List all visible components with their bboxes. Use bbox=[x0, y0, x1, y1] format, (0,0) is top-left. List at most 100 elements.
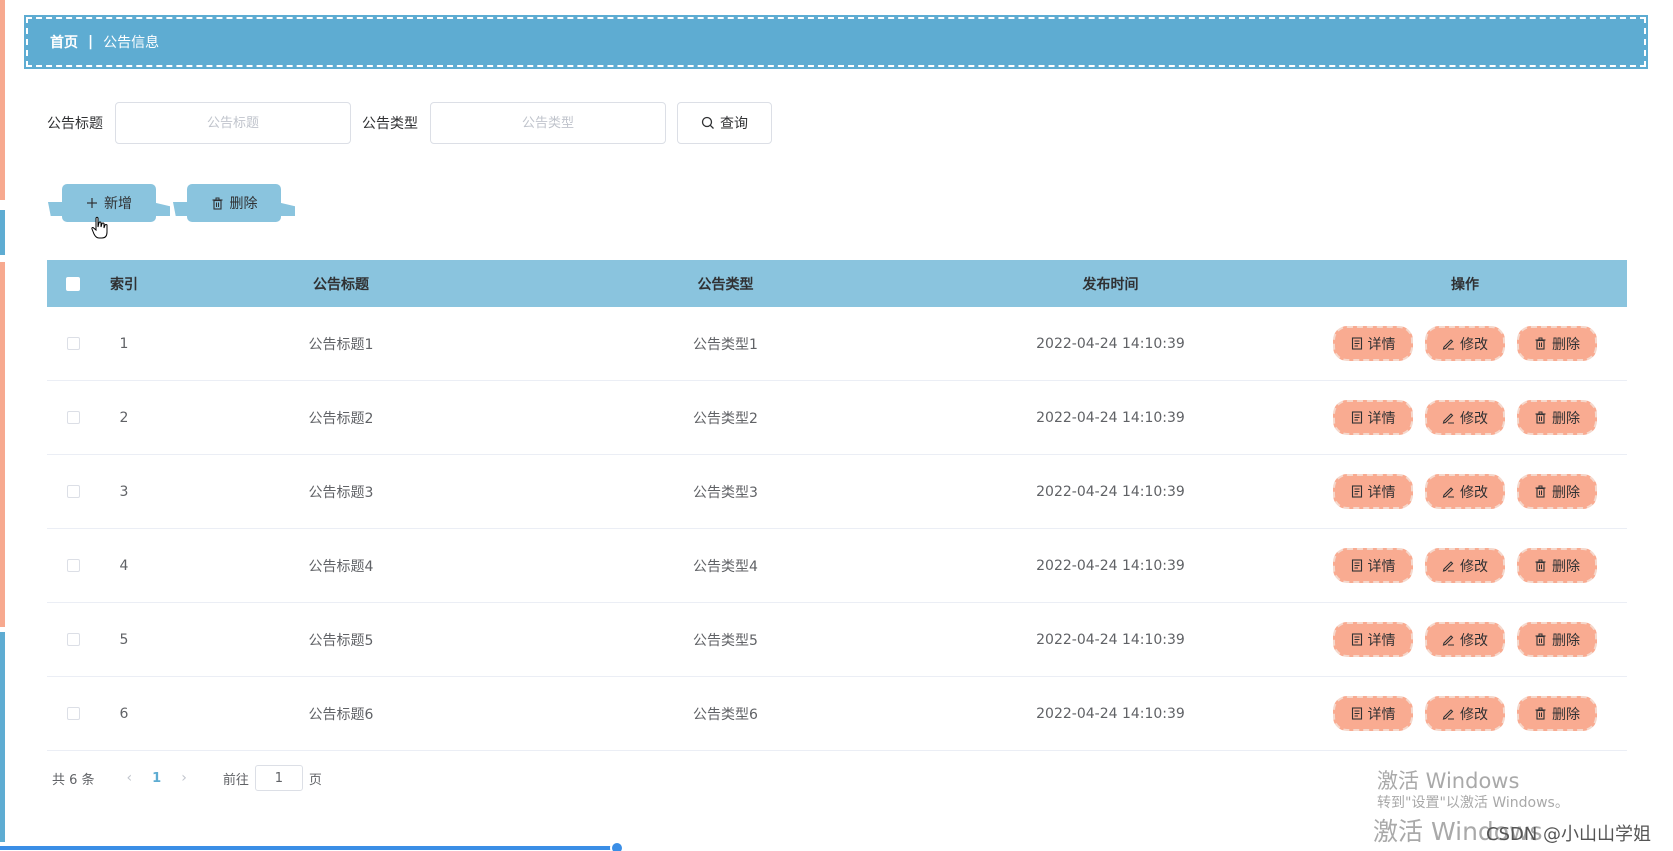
row-time: 2022-04-24 14:10:39 bbox=[1036, 335, 1185, 352]
plus-icon bbox=[87, 198, 97, 208]
breadcrumb-home[interactable]: 首页 bbox=[50, 32, 78, 52]
row-check-cell bbox=[47, 411, 99, 424]
delete-button[interactable]: 删除 bbox=[1517, 622, 1597, 657]
title-search-input[interactable] bbox=[115, 102, 351, 144]
goto-label: 前往 bbox=[222, 772, 249, 788]
detail-button[interactable]: 详情 bbox=[1333, 548, 1413, 583]
row-title: 公告标题6 bbox=[308, 706, 374, 723]
document-icon bbox=[1351, 411, 1362, 424]
delete-button-label: 删除 bbox=[1552, 336, 1580, 353]
pencil-icon bbox=[1442, 339, 1454, 350]
delete-button[interactable]: 删除 bbox=[1517, 400, 1597, 435]
row-type: 公告类型2 bbox=[693, 410, 758, 427]
document-icon bbox=[1351, 485, 1362, 498]
ribbon-tail bbox=[48, 202, 66, 216]
query-button-label: 查询 bbox=[720, 116, 748, 132]
row-index: 3 bbox=[119, 483, 129, 500]
document-icon bbox=[1351, 707, 1362, 720]
edit-button-label: 修改 bbox=[1460, 558, 1488, 575]
row-index: 4 bbox=[119, 557, 129, 574]
type-search-input[interactable] bbox=[430, 102, 666, 144]
detail-button-label: 详情 bbox=[1367, 632, 1396, 649]
add-button[interactable]: 新增 bbox=[48, 184, 170, 222]
rail-segment bbox=[0, 0, 5, 200]
table-row: 4 公告标题4 公告类型4 2022-04-24 14:10:39 详情 修改 删除 bbox=[47, 529, 1627, 603]
delete-button[interactable]: 删除 bbox=[1517, 696, 1597, 731]
row-actions: 详情 修改 删除 bbox=[1303, 696, 1627, 731]
row-checkbox[interactable] bbox=[66, 485, 80, 498]
page: 首页 | 公告信息 公告标题 公告类型 查询 新增 删除 bbox=[0, 0, 1673, 851]
edit-button[interactable]: 修改 bbox=[1425, 548, 1505, 583]
row-checkbox[interactable] bbox=[66, 633, 80, 646]
row-checkbox[interactable] bbox=[66, 337, 80, 350]
search-form: 公告标题 公告类型 查询 bbox=[47, 102, 772, 144]
edit-button-label: 修改 bbox=[1460, 632, 1488, 649]
detail-button-label: 详情 bbox=[1367, 336, 1396, 353]
row-check-cell bbox=[47, 559, 99, 572]
select-all-checkbox[interactable] bbox=[66, 276, 80, 291]
edit-button[interactable]: 修改 bbox=[1425, 622, 1505, 657]
delete-button-label: 删除 bbox=[1552, 410, 1580, 427]
row-index: 2 bbox=[119, 409, 129, 426]
notice-table: 索引 公告标题 公告类型 发布时间 操作 1 公告标题1 公告类型1 2022-04-… bbox=[47, 260, 1627, 751]
delete-button[interactable]: 删除 bbox=[1517, 326, 1597, 361]
row-actions: 详情 修改 删除 bbox=[1303, 548, 1627, 583]
search-icon bbox=[701, 116, 714, 129]
edit-button-label: 修改 bbox=[1460, 484, 1488, 501]
table-body: 1 公告标题1 公告类型1 2022-04-24 14:10:39 详情 修改 删除 2 公告标… bbox=[47, 307, 1627, 751]
row-actions: 详情 修改 删除 bbox=[1303, 326, 1627, 361]
scrollbar-thumb[interactable] bbox=[610, 841, 624, 851]
row-check-cell bbox=[47, 633, 99, 646]
batch-delete-button[interactable]: 删除 bbox=[173, 184, 295, 222]
row-time: 2022-04-24 14:10:39 bbox=[1036, 705, 1185, 722]
detail-button[interactable]: 详情 bbox=[1333, 474, 1413, 509]
row-checkbox[interactable] bbox=[66, 411, 80, 424]
trash-icon bbox=[1535, 485, 1546, 498]
row-checkbox[interactable] bbox=[66, 559, 80, 572]
row-type: 公告类型1 bbox=[693, 336, 758, 353]
row-title: 公告标题3 bbox=[308, 484, 374, 501]
header-ops: 操作 bbox=[1451, 276, 1479, 293]
row-checkbox[interactable] bbox=[66, 707, 80, 720]
row-check-cell bbox=[47, 337, 99, 350]
row-time: 2022-04-24 14:10:39 bbox=[1036, 631, 1185, 648]
delete-button[interactable]: 删除 bbox=[1517, 474, 1597, 509]
next-page-icon[interactable]: › bbox=[181, 770, 187, 786]
delete-button[interactable]: 删除 bbox=[1517, 548, 1597, 583]
row-actions: 详情 修改 删除 bbox=[1303, 400, 1627, 435]
watermark-activate-title: 激活 Windows bbox=[1377, 769, 1520, 793]
trash-icon bbox=[1535, 411, 1546, 424]
trash-icon bbox=[212, 197, 222, 210]
row-type: 公告类型3 bbox=[693, 484, 758, 501]
query-button[interactable]: 查询 bbox=[677, 102, 772, 144]
horizontal-scrollbar[interactable] bbox=[0, 846, 620, 850]
delete-button-label: 删除 bbox=[1552, 484, 1580, 501]
detail-button[interactable]: 详情 bbox=[1333, 696, 1413, 731]
page-number[interactable]: 1 bbox=[152, 771, 161, 786]
edit-button[interactable]: 修改 bbox=[1425, 474, 1505, 509]
detail-button[interactable]: 详情 bbox=[1333, 622, 1413, 657]
left-rail bbox=[0, 0, 5, 851]
ribbon-tail bbox=[173, 202, 191, 216]
edit-button-label: 修改 bbox=[1460, 410, 1488, 427]
row-time: 2022-04-24 14:10:39 bbox=[1036, 483, 1185, 500]
row-title: 公告标题4 bbox=[308, 558, 374, 575]
delete-button-label: 删除 bbox=[1552, 558, 1580, 575]
edit-button[interactable]: 修改 bbox=[1425, 696, 1505, 731]
row-type: 公告类型4 bbox=[693, 558, 758, 575]
trash-icon bbox=[1535, 337, 1546, 350]
goto-page-input[interactable] bbox=[254, 765, 303, 791]
breadcrumb: 首页 | 公告信息 bbox=[24, 15, 1648, 69]
row-actions: 详情 修改 删除 bbox=[1303, 474, 1627, 509]
hand-cursor-icon bbox=[91, 216, 108, 239]
pencil-icon bbox=[1442, 709, 1454, 720]
table-row: 3 公告标题3 公告类型3 2022-04-24 14:10:39 详情 修改 删除 bbox=[47, 455, 1627, 529]
edit-button[interactable]: 修改 bbox=[1425, 400, 1505, 435]
table-row: 5 公告标题5 公告类型5 2022-04-24 14:10:39 详情 修改 删除 bbox=[47, 603, 1627, 677]
trash-icon bbox=[1535, 707, 1546, 720]
prev-page-icon[interactable]: ‹ bbox=[127, 770, 133, 786]
pencil-icon bbox=[1442, 635, 1454, 646]
edit-button[interactable]: 修改 bbox=[1425, 326, 1505, 361]
detail-button[interactable]: 详情 bbox=[1333, 400, 1413, 435]
detail-button[interactable]: 详情 bbox=[1333, 326, 1413, 361]
